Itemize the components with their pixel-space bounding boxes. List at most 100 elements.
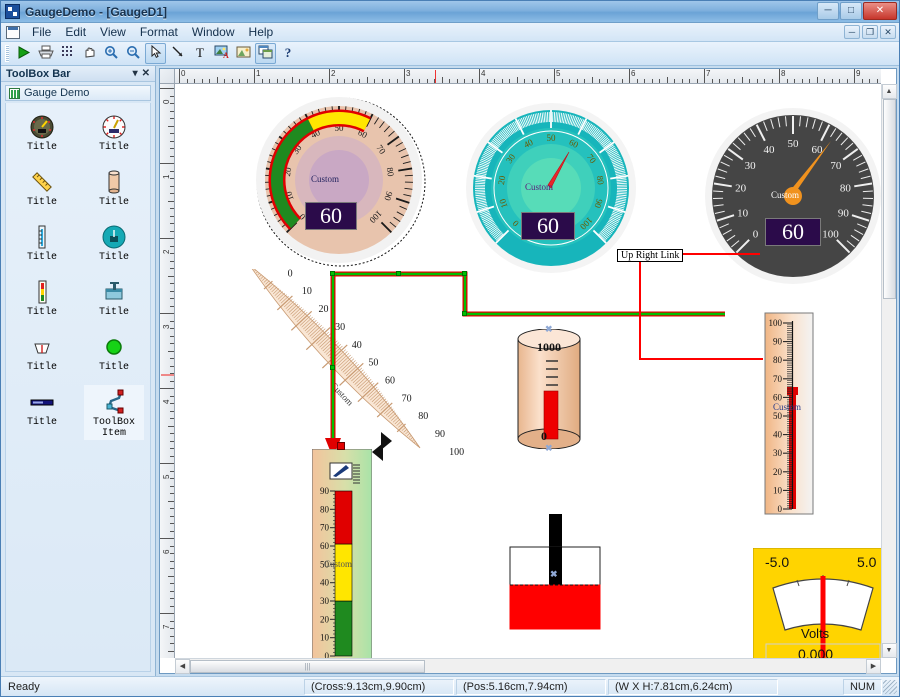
ruler-tick — [464, 79, 465, 83]
mdi-close-button[interactable]: ✕ — [880, 25, 896, 39]
resize-grip[interactable] — [883, 679, 897, 694]
menu-item-file[interactable]: File — [25, 23, 58, 41]
anchor-marker[interactable]: ✖ — [545, 324, 553, 335]
svg-text:?: ? — [284, 45, 291, 59]
selection-handle[interactable] — [462, 271, 467, 276]
toolbox-item-9[interactable]: Title — [84, 330, 144, 385]
vertical-scroll-thumb[interactable] — [882, 99, 896, 299]
toolbox-item-4[interactable]: Title — [12, 220, 72, 275]
ruler-tick — [170, 245, 174, 247]
ruler-tick — [170, 478, 174, 479]
help-button[interactable]: ? — [277, 43, 298, 64]
scroll-down-arrow[interactable]: ▼ — [881, 643, 897, 658]
toolbox-item-1[interactable]: Title — [84, 110, 144, 165]
ruler-position-marker — [435, 70, 436, 83]
peach-arc-gauge[interactable]: 0 10 20 30 40 50 60 70 80 90 100 Custom 60 — [253, 92, 433, 277]
toolbox-item-2[interactable]: Title — [12, 165, 72, 220]
drawing-canvas[interactable]: 0 10 20 30 40 50 60 70 80 90 100 Custom 60 — [175, 84, 881, 658]
toolbox-item-11[interactable]: ToolBox Item — [84, 385, 144, 440]
window-layout-button[interactable] — [255, 43, 276, 64]
anchor-marker[interactable]: ✖ — [545, 443, 553, 454]
horizontal-scrollbar[interactable]: ◀ ||| ▶ — [175, 658, 881, 674]
question-mark-icon: ? — [281, 45, 295, 62]
tank-level-gauge[interactable]: ✖ — [505, 514, 605, 634]
vertical-scrollbar[interactable]: ▲ ▼ — [881, 84, 897, 658]
ruler-tick — [170, 545, 174, 547]
ruler-tick — [246, 79, 248, 83]
toolbox-category-gauge-demo[interactable]: Gauge Demo — [5, 85, 151, 101]
zoom-out-button[interactable] — [123, 43, 144, 64]
volt-meter-gauge[interactable]: -5.0 5.0 Volts 0.000 — [752, 547, 881, 658]
run-button[interactable] — [13, 43, 34, 64]
selection-handle[interactable] — [396, 271, 401, 276]
print-button[interactable] — [35, 43, 56, 64]
ruler-tick — [831, 79, 833, 83]
ruler-tick — [170, 628, 174, 629]
ruler-tick — [160, 88, 174, 89]
ruler-tick — [170, 223, 174, 224]
selection-handle[interactable] — [330, 365, 335, 370]
ruler-tick — [599, 79, 600, 83]
ruler-tick — [456, 79, 458, 83]
ruler-tick-label: 3 — [406, 69, 411, 78]
chevron-down-icon[interactable]: ▾ — [131, 68, 140, 79]
ruler-tick — [170, 470, 174, 472]
menu-item-window[interactable]: Window — [185, 23, 242, 41]
grid-button[interactable] — [57, 43, 78, 64]
pan-button[interactable] — [79, 43, 100, 64]
ruler-tick — [201, 79, 203, 83]
horizontal-scroll-thumb[interactable]: ||| — [190, 659, 425, 673]
vertical-tricolor-bar-gauge[interactable]: 0 10 20 30 40 50 60 70 80 90 Custom — [311, 442, 373, 658]
dark-dial-gauge-icon — [28, 113, 56, 141]
ruler-tick — [471, 79, 473, 83]
insert-image-button[interactable] — [233, 43, 254, 64]
menu-item-view[interactable]: View — [93, 23, 133, 41]
menu-item-help[interactable]: Help — [242, 23, 281, 41]
ruler-tick — [170, 598, 174, 599]
text-t-icon: T — [193, 45, 207, 62]
selection-handle[interactable] — [462, 311, 467, 316]
font-color-button[interactable]: A — [211, 43, 232, 64]
ruler-tick-label: 8 — [781, 69, 786, 78]
anchor-marker[interactable]: ✖ — [550, 569, 558, 580]
ruler-tick — [170, 515, 174, 517]
ruler-tick — [170, 508, 174, 509]
close-button[interactable]: ✕ — [863, 2, 897, 20]
scroll-left-arrow[interactable]: ◀ — [175, 658, 190, 674]
toolbox-item-0[interactable]: Title — [12, 110, 72, 165]
mdi-restore-button[interactable]: ❐ — [862, 25, 878, 39]
ruler-tick — [170, 260, 174, 262]
ruler-tick — [576, 79, 578, 83]
ruler-tick — [861, 79, 863, 83]
ruler-tick — [569, 79, 570, 83]
scroll-right-arrow[interactable]: ▶ — [866, 658, 881, 674]
scroll-up-arrow[interactable]: ▲ — [881, 84, 897, 99]
zoom-in-button[interactable] — [101, 43, 122, 64]
toolbox-item-10[interactable]: Title — [12, 385, 72, 440]
toolbox-item-3[interactable]: Title — [84, 165, 144, 220]
minimize-button[interactable]: ─ — [817, 2, 839, 20]
line-tool-button[interactable] — [167, 43, 188, 64]
ruler-tick — [794, 79, 795, 83]
toolbar-grip[interactable] — [5, 45, 9, 62]
menu-item-edit[interactable]: Edit — [58, 23, 93, 41]
text-tool-button[interactable]: T — [189, 43, 210, 64]
svg-text:40: 40 — [763, 144, 775, 156]
anchor-point[interactable] — [337, 442, 345, 450]
ruler-tick — [170, 440, 174, 442]
up-right-link[interactable]: Up Right Link — [560, 194, 820, 444]
toolbox-item-8[interactable]: Title — [12, 330, 72, 385]
toolbox-item-7[interactable]: Title — [84, 275, 144, 330]
selection-handle[interactable] — [330, 271, 335, 276]
mdi-minimize-button[interactable]: ─ — [844, 25, 860, 39]
ruler-tick — [170, 320, 174, 322]
svg-text:10: 10 — [773, 485, 783, 495]
close-icon[interactable]: ✕ — [140, 68, 152, 79]
link-label-tag[interactable]: Up Right Link — [617, 249, 684, 262]
toolbox-item-6[interactable]: Title — [12, 275, 72, 330]
menu-item-format[interactable]: Format — [133, 23, 185, 41]
select-tool-button[interactable] — [145, 43, 166, 64]
toolbox-item-label: Title — [98, 307, 129, 318]
toolbox-item-5[interactable]: Title — [84, 220, 144, 275]
maximize-button[interactable]: □ — [840, 2, 862, 20]
